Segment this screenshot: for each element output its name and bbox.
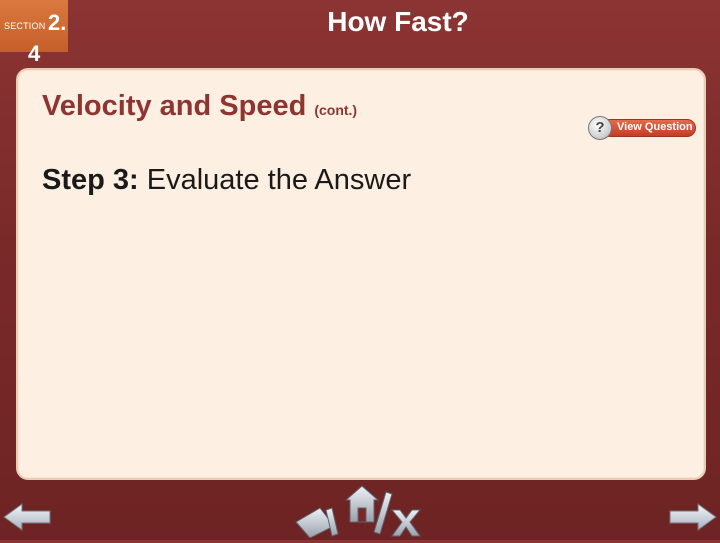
heading-text: Velocity and Speed xyxy=(42,90,307,122)
slide-title: How Fast? xyxy=(327,6,469,37)
arrow-left-icon xyxy=(3,503,51,531)
slide-heading: Velocity and Speed (cont.) xyxy=(42,90,357,123)
view-question-pill: View Question xyxy=(598,119,696,137)
heading-suffix: (cont.) xyxy=(314,102,358,118)
step-text: Evaluate the Answer xyxy=(138,164,412,196)
view-question-label: View Question xyxy=(617,121,693,133)
back-button[interactable] xyxy=(2,502,52,532)
step-label: Step 3: xyxy=(42,164,139,196)
question-mark-icon: ? xyxy=(588,116,612,140)
section-subnumber: 4 xyxy=(28,41,41,66)
close-icon[interactable] xyxy=(390,509,422,537)
next-button[interactable] xyxy=(668,502,718,532)
view-question-button[interactable]: View Question ? xyxy=(588,116,696,140)
step-line: Step 3: Evaluate the Answer xyxy=(42,164,411,197)
arrow-right-icon xyxy=(669,503,717,531)
center-navigation xyxy=(294,482,426,539)
home-icon[interactable] xyxy=(344,485,380,523)
